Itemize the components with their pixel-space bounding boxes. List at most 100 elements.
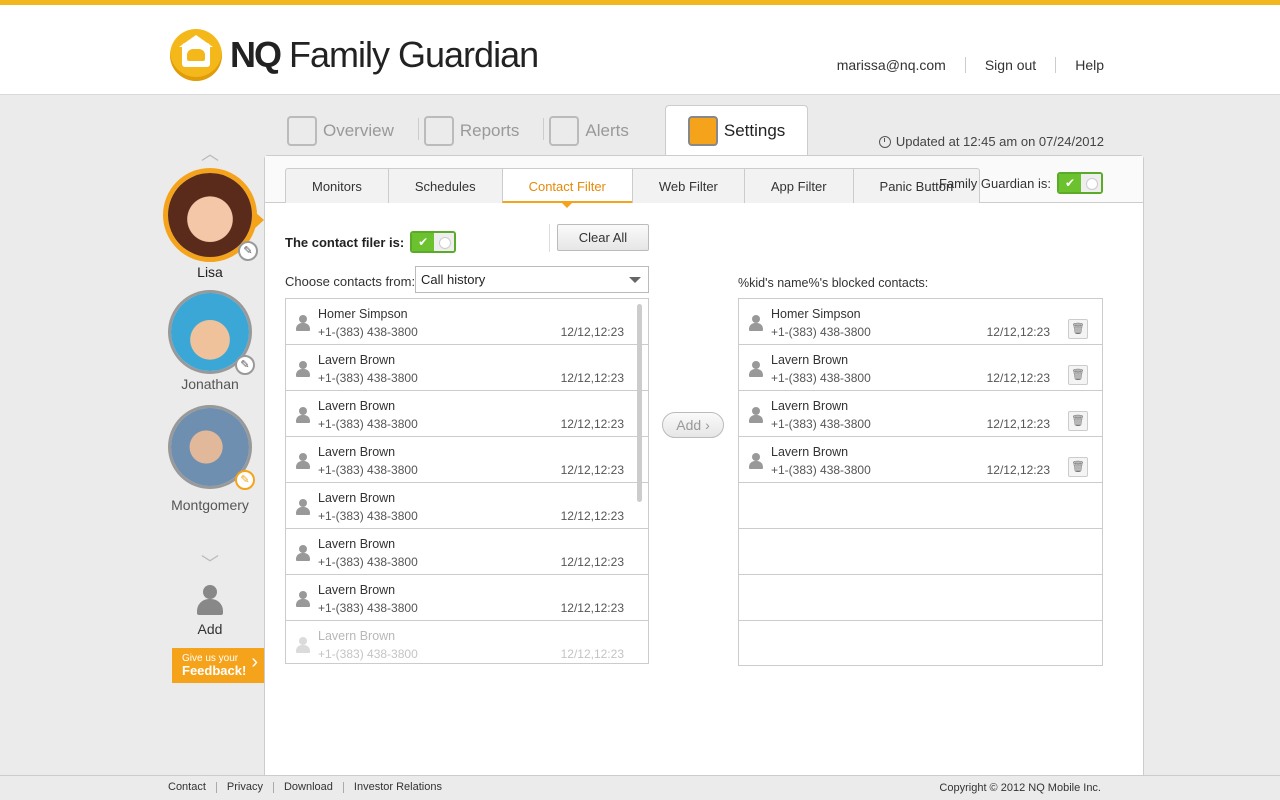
footer-link-investor-relations[interactable]: Investor Relations xyxy=(342,782,452,793)
footer-link-contact[interactable]: Contact xyxy=(168,782,216,793)
divider xyxy=(549,224,550,252)
copyright: Copyright © 2012 NQ Mobile Inc. xyxy=(939,782,1101,794)
clear-all-button[interactable]: Clear All xyxy=(557,224,649,251)
contact-phone: +1-(383) 438-3800 xyxy=(771,417,871,431)
contact-row[interactable]: Lavern Brown +1-(383) 438-3800 12/12,12:23 xyxy=(286,529,648,575)
calendar-clock-icon xyxy=(423,116,454,146)
contact-date: 12/12,12:23 xyxy=(560,601,624,615)
contact-row[interactable]: Homer Simpson +1-(383) 438-3800 12/12,12:2… xyxy=(739,299,1102,345)
contact-row[interactable]: Lavern Brown +1-(383) 438-3800 12/12,12:23… xyxy=(739,391,1102,437)
trash-icon[interactable]: 🗑 xyxy=(1068,319,1088,339)
contact-name: Lavern Brown xyxy=(318,583,396,597)
list-scrollbar[interactable] xyxy=(637,304,642,502)
chevron-up-icon[interactable]: ︿ xyxy=(160,140,260,166)
pencil-icon[interactable]: ✎ xyxy=(235,355,255,375)
logo[interactable]: NQ Family Guardian xyxy=(170,27,539,83)
contact-date: 12/12,12:23 xyxy=(986,417,1050,431)
kid-name: Jonathan xyxy=(181,376,239,392)
contact-phone: +1-(383) 438-3800 xyxy=(318,463,418,477)
subtab-schedules[interactable]: Schedules xyxy=(387,169,502,203)
help-link[interactable]: Help xyxy=(1055,57,1104,73)
pencil-icon[interactable]: ✎ xyxy=(238,241,258,261)
trash-icon[interactable]: 🗑 xyxy=(1068,411,1088,431)
contact-row[interactable]: Lavern Brown +1-(383) 438-3800 12/12,12:23… xyxy=(739,437,1102,483)
check-icon: ✔ xyxy=(412,233,435,251)
person-icon xyxy=(296,545,310,561)
contact-name: Lavern Brown xyxy=(771,399,849,413)
feedback-button[interactable]: Give us your Feedback! › xyxy=(172,648,264,683)
sign-out-link[interactable]: Sign out xyxy=(964,57,1055,73)
person-icon xyxy=(749,361,763,377)
family-guardian-toggle[interactable]: ✔ xyxy=(1057,172,1103,194)
subtab-web-filter[interactable]: Web Filter xyxy=(631,169,744,203)
trash-icon[interactable]: 🗑 xyxy=(1068,365,1088,385)
tab-alerts[interactable]: Alerts xyxy=(543,106,654,156)
contact-filter-status: The contact filer is: ✔ xyxy=(285,231,457,253)
contact-name: Lavern Brown xyxy=(318,353,396,367)
trash-icon[interactable]: 🗑 xyxy=(1068,457,1088,477)
contact-row[interactable]: Lavern Brown +1-(383) 438-3800 12/12,12:23 xyxy=(286,345,648,391)
contact-name: Lavern Brown xyxy=(771,445,849,459)
add-kid-button[interactable]: Add xyxy=(160,585,260,637)
available-contacts-list[interactable]: Homer Simpson +1-(383) 438-3800 12/12,12:2… xyxy=(285,298,649,664)
add-contact-button[interactable]: Add › xyxy=(662,412,724,438)
contact-name: Lavern Brown xyxy=(318,629,396,643)
kid-item-jonathan[interactable]: ✎ Jonathan xyxy=(160,290,260,392)
tab-overview[interactable]: Overview xyxy=(283,106,420,156)
tab-settings[interactable]: Settings xyxy=(664,105,809,156)
contact-date: 12/12,12:23 xyxy=(560,509,624,523)
contact-filter-toggle[interactable]: ✔ xyxy=(410,231,457,253)
kid-name: Lisa xyxy=(197,264,223,280)
contact-row[interactable]: Homer Simpson +1-(383) 438-3800 12/12,12:2… xyxy=(286,299,648,345)
contact-row[interactable]: Lavern Brown +1-(383) 438-3800 12/12,12:23… xyxy=(739,345,1102,391)
person-icon xyxy=(296,361,310,377)
contact-date: 12/12,12:23 xyxy=(560,371,624,385)
contact-phone: +1-(383) 438-3800 xyxy=(771,371,871,385)
person-icon xyxy=(296,591,310,607)
subtab-monitors[interactable]: Monitors xyxy=(286,169,388,203)
brand-name: NQ Family Guardian xyxy=(230,34,539,75)
tab-reports[interactable]: Reports xyxy=(417,106,546,156)
avatar-jonathan[interactable]: ✎ xyxy=(168,290,255,375)
footer-link-privacy[interactable]: Privacy xyxy=(215,782,273,793)
chevron-right-icon: › xyxy=(251,651,258,673)
updated-timestamp: Updated at 12:45 am on 07/24/2012 xyxy=(878,134,1104,149)
check-icon: ✔ xyxy=(1059,174,1081,192)
contact-source-select[interactable]: Call history xyxy=(415,266,649,293)
caret-down-icon xyxy=(629,277,641,283)
contact-name: Lavern Brown xyxy=(318,399,396,413)
contact-phone: +1-(383) 438-3800 xyxy=(318,509,418,523)
contact-date: 12/12,12:23 xyxy=(560,325,624,339)
account-email: marissa@nq.com xyxy=(836,57,946,73)
contact-phone: +1-(383) 438-3800 xyxy=(318,417,418,431)
contact-phone: +1-(383) 438-3800 xyxy=(318,601,418,615)
blocked-contacts-label: %kid's name%'s blocked contacts: xyxy=(738,276,929,290)
chevron-down-icon[interactable]: ﹀ xyxy=(160,550,260,576)
pencil-icon[interactable]: ✎ xyxy=(235,470,255,490)
contact-row[interactable]: Lavern Brown +1-(383) 438-3800 12/12,12:23 xyxy=(286,437,648,483)
contact-row[interactable]: Lavern Brown +1-(383) 438-3800 12/12,12:23 xyxy=(286,575,648,621)
person-icon xyxy=(296,407,310,423)
subtab-app-filter[interactable]: App Filter xyxy=(743,169,853,203)
contact-phone: +1-(383) 438-3800 xyxy=(318,555,418,569)
contact-name: Lavern Brown xyxy=(318,445,396,459)
footer-link-download[interactable]: Download xyxy=(272,782,343,793)
person-icon xyxy=(749,315,763,331)
contact-phone: +1-(383) 438-3800 xyxy=(771,325,871,339)
kid-item-montgomery[interactable]: ✎ Montgomery xyxy=(160,405,260,513)
avatar-lisa[interactable]: ✎ xyxy=(163,168,264,262)
contact-date: 12/12,12:23 xyxy=(560,463,624,477)
kid-item-lisa[interactable]: ✎ Lisa xyxy=(160,168,264,280)
add-person-icon xyxy=(195,585,225,615)
avatar-montgomery[interactable]: ✎ xyxy=(168,405,255,490)
kid-name: Montgomery xyxy=(171,497,249,513)
subtab-contact-filter[interactable]: Contact Filter xyxy=(501,169,632,208)
contact-row[interactable]: Lavern Brown +1-(383) 438-3800 12/12,12:23 xyxy=(286,621,648,663)
clipboard-icon xyxy=(287,116,317,146)
contact-row[interactable]: Lavern Brown +1-(383) 438-3800 12/12,12:23 xyxy=(286,483,648,529)
header: NQ Family Guardian marissa@nq.com Sign o… xyxy=(0,5,1280,95)
empty-row xyxy=(739,575,1102,621)
contact-row[interactable]: Lavern Brown +1-(383) 438-3800 12/12,12:23 xyxy=(286,391,648,437)
person-icon xyxy=(296,499,310,515)
footer: Contact Privacy Download Investor Relati… xyxy=(0,775,1280,800)
